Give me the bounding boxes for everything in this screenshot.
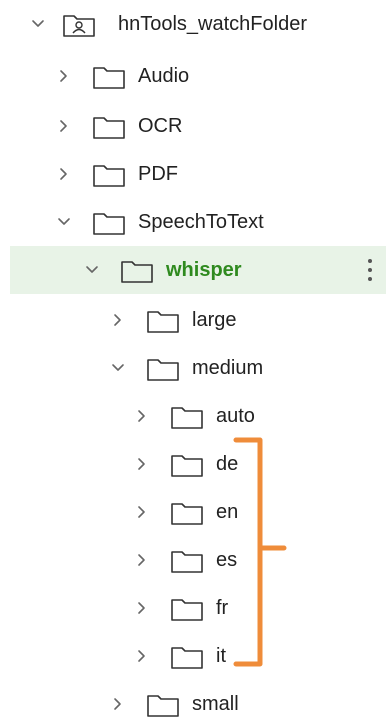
shared-folder-icon bbox=[63, 15, 95, 37]
tree-label-medium: medium bbox=[192, 357, 264, 379]
tree-row-fr[interactable]: fr bbox=[0, 584, 386, 632]
tree-label-fr: fr bbox=[216, 597, 229, 619]
tree-row-ocr[interactable]: OCR bbox=[0, 102, 386, 150]
tree-label-small: small bbox=[192, 693, 239, 715]
folder-icon bbox=[171, 503, 203, 525]
folder-icon bbox=[171, 647, 203, 669]
tree-row-small[interactable]: small bbox=[0, 680, 386, 720]
folder-tree: hnTools_watchFolder Audio OCR PDF Speech… bbox=[0, 0, 386, 720]
folder-icon bbox=[147, 695, 179, 717]
tree-label-speechtotext: SpeechToText bbox=[138, 211, 264, 233]
chevron-right-icon[interactable] bbox=[132, 502, 152, 522]
folder-icon bbox=[171, 455, 203, 477]
folder-icon bbox=[147, 311, 179, 333]
chevron-down-icon[interactable] bbox=[82, 260, 102, 280]
tree-row-audio[interactable]: Audio bbox=[0, 52, 386, 100]
more-options-icon[interactable] bbox=[362, 256, 378, 284]
tree-row-en[interactable]: en bbox=[0, 488, 386, 536]
tree-label-whisper: whisper bbox=[166, 259, 242, 281]
folder-icon bbox=[93, 165, 125, 187]
tree-label-pdf: PDF bbox=[138, 163, 178, 185]
chevron-right-icon[interactable] bbox=[54, 116, 74, 136]
tree-row-pdf[interactable]: PDF bbox=[0, 150, 386, 198]
chevron-right-icon[interactable] bbox=[108, 694, 128, 714]
folder-icon bbox=[147, 359, 179, 381]
chevron-down-icon[interactable] bbox=[54, 212, 74, 232]
folder-icon bbox=[171, 551, 203, 573]
folder-icon bbox=[93, 213, 125, 235]
chevron-right-icon[interactable] bbox=[132, 646, 152, 666]
tree-label-audio: Audio bbox=[138, 65, 190, 87]
chevron-down-icon[interactable] bbox=[108, 358, 128, 378]
tree-label-large: large bbox=[192, 309, 237, 331]
chevron-right-icon[interactable] bbox=[132, 550, 152, 570]
folder-icon bbox=[93, 67, 125, 89]
tree-row-speechtotext[interactable]: SpeechToText bbox=[0, 198, 386, 246]
folder-icon bbox=[171, 407, 203, 429]
chevron-right-icon[interactable] bbox=[54, 164, 74, 184]
tree-row-root[interactable]: hnTools_watchFolder bbox=[0, 0, 386, 48]
tree-row-de[interactable]: de bbox=[0, 440, 386, 488]
chevron-down-icon[interactable] bbox=[28, 14, 48, 34]
folder-icon bbox=[121, 261, 153, 283]
annotation-bracket bbox=[233, 437, 287, 667]
tree-row-auto[interactable]: auto bbox=[0, 392, 386, 440]
chevron-right-icon[interactable] bbox=[54, 66, 74, 86]
tree-row-it[interactable]: it bbox=[0, 632, 386, 680]
tree-label-it: it bbox=[216, 645, 226, 667]
chevron-right-icon[interactable] bbox=[132, 454, 152, 474]
chevron-right-icon[interactable] bbox=[108, 310, 128, 330]
folder-icon bbox=[93, 117, 125, 139]
tree-label-auto: auto bbox=[216, 405, 255, 427]
tree-label-root: hnTools_watchFolder bbox=[118, 13, 307, 35]
tree-row-large[interactable]: large bbox=[0, 296, 386, 344]
tree-label-ocr: OCR bbox=[138, 115, 183, 137]
folder-icon bbox=[171, 599, 203, 621]
tree-row-whisper[interactable]: whisper bbox=[0, 246, 386, 294]
tree-row-es[interactable]: es bbox=[0, 536, 386, 584]
chevron-right-icon[interactable] bbox=[132, 598, 152, 618]
chevron-right-icon[interactable] bbox=[132, 406, 152, 426]
tree-row-medium[interactable]: medium bbox=[0, 344, 386, 392]
